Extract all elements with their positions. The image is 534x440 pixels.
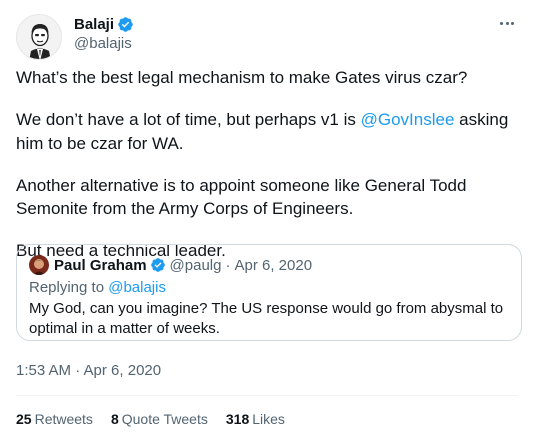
- more-options-icon[interactable]: [496, 14, 518, 32]
- likes-stat[interactable]: 318 Likes: [226, 411, 285, 427]
- quoted-tweet[interactable]: Paul Graham @paulg · Apr 6, 2020 Replyin…: [16, 244, 522, 341]
- more-dot: [505, 21, 509, 25]
- quoted-date: Apr 6, 2020: [234, 256, 313, 274]
- author-handle[interactable]: @balajis: [74, 35, 134, 52]
- tweet-header: Balaji @balajis: [16, 14, 134, 60]
- quoted-avatar-illustration: [29, 255, 49, 275]
- more-dot: [511, 21, 514, 25]
- quoted-handle: @paulg: [169, 256, 222, 274]
- tweet-timestamp[interactable]: 1:53 AM · Apr 6, 2020: [16, 362, 161, 379]
- replying-prefix: Replying to: [29, 279, 105, 296]
- quote-tweets-count: 8: [110, 411, 119, 427]
- more-dot: [500, 21, 503, 25]
- quoted-tweet-header: Paul Graham @paulg · Apr 6, 2020: [29, 255, 509, 275]
- quote-tweets-label: Quote Tweets: [121, 411, 208, 427]
- retweets-count: 25: [16, 411, 32, 427]
- quote-tweets-stat[interactable]: 8 Quote Tweets: [111, 411, 208, 427]
- retweets-label: Retweets: [34, 411, 93, 427]
- divider: [16, 395, 518, 396]
- quoted-verified-badge-icon: [150, 258, 165, 272]
- quoted-replying-to: Replying to @balajis: [29, 279, 509, 296]
- quoted-tweet-text: My God, can you imagine? The US response…: [29, 300, 504, 337]
- likes-label: Likes: [252, 411, 285, 427]
- tweet-paragraph-1: What’s the best legal mechanism to make …: [16, 68, 468, 87]
- avatar-illustration: [17, 15, 61, 59]
- tweet-paragraph-3: Another alternative is to appoint someon…: [16, 175, 467, 219]
- author-names: Balaji @balajis: [74, 16, 134, 52]
- mention-link-govinslee[interactable]: @GovInslee: [361, 110, 455, 129]
- tweet-card: Balaji @balajis What’s the best legal me…: [0, 0, 534, 440]
- verified-badge-icon[interactable]: [117, 16, 134, 33]
- avatar[interactable]: [16, 14, 62, 60]
- author-display-name[interactable]: Balaji: [74, 16, 114, 33]
- engagement-stats: 25 Retweets 8 Quote Tweets 318 Likes: [16, 411, 303, 427]
- retweets-stat[interactable]: 25 Retweets: [16, 411, 93, 427]
- tweet-paragraph-2: We don’t have a lot of time, but perhaps…: [16, 108, 516, 155]
- quoted-separator: ·: [225, 256, 231, 274]
- quoted-avatar: [29, 255, 49, 275]
- tweet-text-segment: We don’t have a lot of time, but perhaps…: [16, 110, 361, 129]
- likes-count: 318: [225, 411, 250, 427]
- quoted-display-name: Paul Graham: [54, 256, 147, 274]
- name-row: Balaji: [74, 16, 134, 33]
- replying-mention-link[interactable]: @balajis: [108, 279, 166, 296]
